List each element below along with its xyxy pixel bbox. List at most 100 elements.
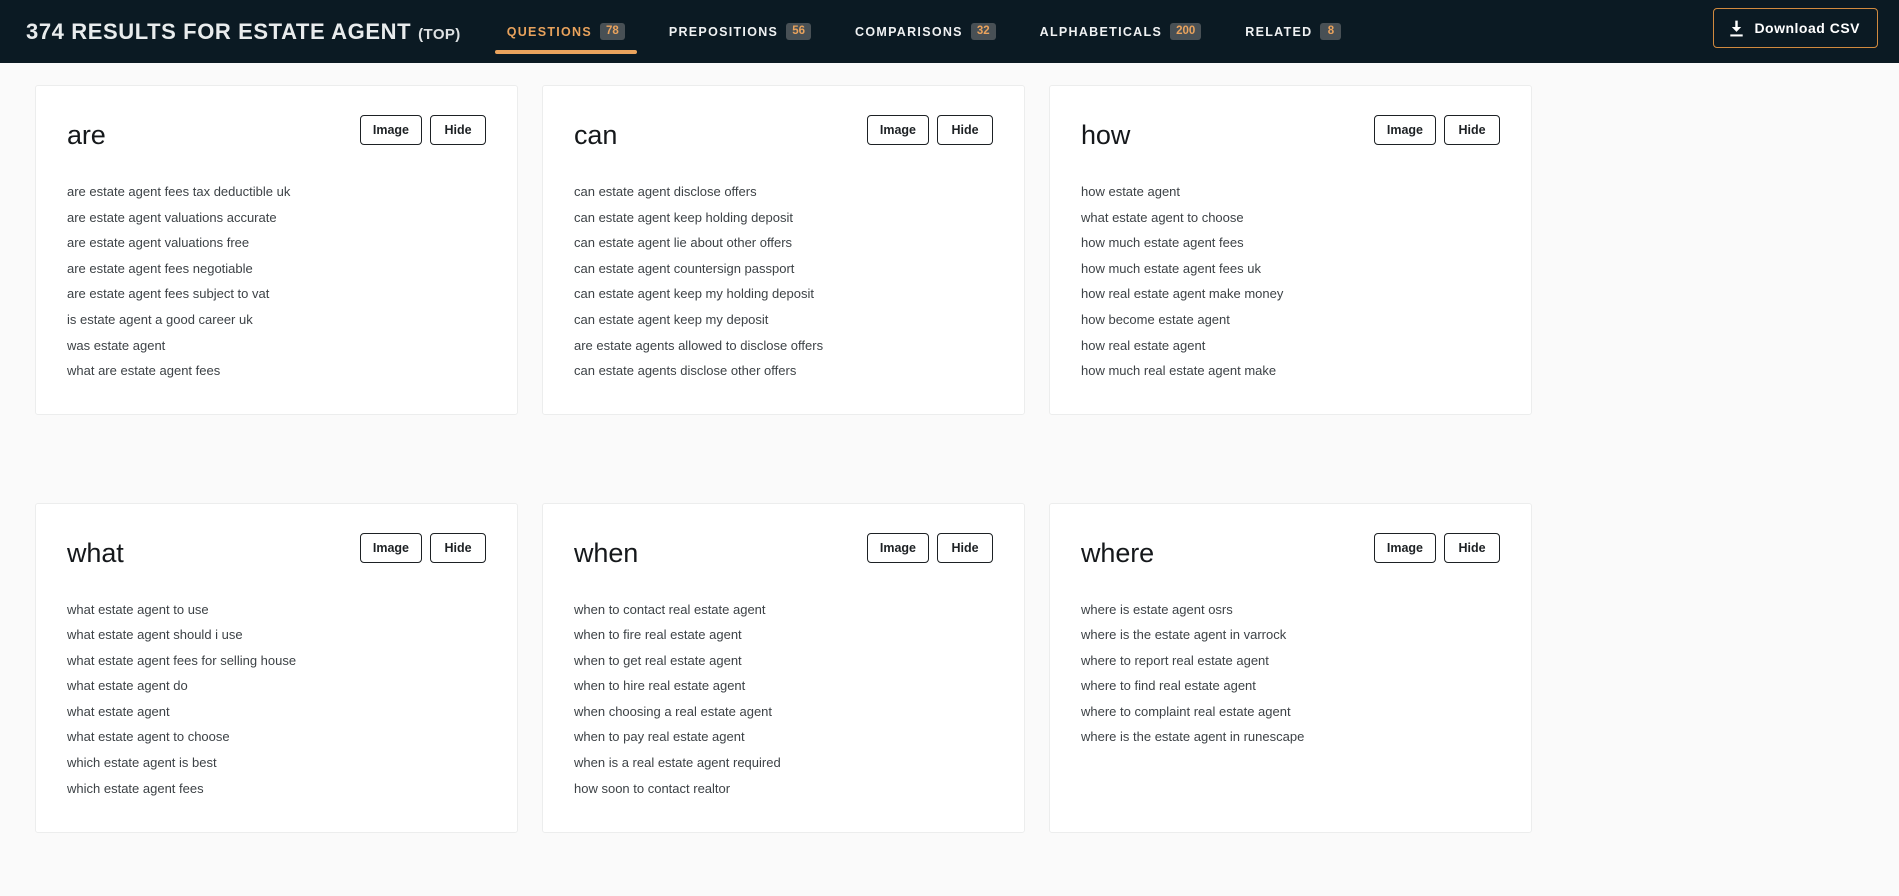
- card-header: where Image Hide: [1081, 530, 1500, 574]
- tab-alphabeticals-count: 200: [1170, 22, 1202, 41]
- list-item[interactable]: are estate agent valuations free: [67, 236, 486, 262]
- list-item[interactable]: what are estate agent fees: [67, 364, 486, 390]
- image-button[interactable]: Image: [359, 115, 422, 145]
- tab-related[interactable]: Related 8: [1223, 0, 1363, 63]
- list-item[interactable]: where is the estate agent in varrock: [1081, 628, 1500, 654]
- list-item[interactable]: what estate agent to choose: [1081, 211, 1500, 237]
- list-item[interactable]: can estate agent lie about other offers: [574, 236, 993, 262]
- card-actions: Image Hide: [1373, 112, 1500, 145]
- top-header-bar: 374 results for estate agent (top) Quest…: [0, 0, 1899, 63]
- card-title: how: [1081, 120, 1131, 150]
- list-item[interactable]: what estate agent to choose: [67, 730, 486, 756]
- tab-prepositions[interactable]: Prepositions 56: [647, 0, 833, 63]
- card-title: where: [1081, 537, 1155, 568]
- card-header: what Image Hide: [67, 530, 486, 574]
- tab-comparisons[interactable]: Comparisons 32: [833, 0, 1018, 63]
- result-card-are: are Image Hide are estate agent fees tax…: [35, 85, 518, 415]
- result-card-can: can Image Hide can estate agent disclose…: [542, 85, 1025, 415]
- list-item[interactable]: how become estate agent: [1081, 313, 1500, 339]
- list-item[interactable]: are estate agent valuations accurate: [67, 211, 486, 237]
- list-item[interactable]: are estate agent fees subject to vat: [67, 287, 486, 313]
- card-title: are: [67, 120, 106, 150]
- list-item[interactable]: what estate agent: [67, 705, 486, 731]
- list-item[interactable]: what estate agent should i use: [67, 628, 486, 654]
- list-item[interactable]: what estate agent fees for selling house: [67, 654, 486, 680]
- download-icon: [1730, 20, 1744, 36]
- list-item[interactable]: which estate agent fees: [67, 782, 486, 808]
- list-item[interactable]: is estate agent a good career uk: [67, 313, 486, 339]
- tab-navigation: Questions 78 Prepositions 56 Comparisons…: [485, 0, 1364, 63]
- list-item[interactable]: are estate agent fees negotiable: [67, 262, 486, 288]
- hide-button[interactable]: Hide: [430, 115, 486, 145]
- result-card-what: what Image Hide what estate agent to use…: [35, 502, 518, 833]
- list-item[interactable]: can estate agent keep holding deposit: [574, 211, 993, 237]
- result-card-when: when Image Hide when to contact real est…: [542, 502, 1025, 833]
- image-button[interactable]: Image: [1373, 532, 1436, 563]
- list-item[interactable]: when to get real estate agent: [574, 654, 993, 680]
- card-title: can: [574, 120, 618, 150]
- card-title: what: [67, 537, 124, 568]
- list-item[interactable]: what estate agent to use: [67, 603, 486, 629]
- list-item[interactable]: was estate agent: [67, 339, 486, 365]
- list-item[interactable]: when to contact real estate agent: [574, 603, 993, 629]
- image-button[interactable]: Image: [866, 115, 929, 145]
- list-item[interactable]: when is a real estate agent required: [574, 756, 993, 782]
- card-actions: Image Hide: [866, 530, 993, 563]
- hide-button[interactable]: Hide: [937, 532, 993, 563]
- card-title: when: [574, 537, 639, 568]
- list-item[interactable]: how real estate agent: [1081, 339, 1500, 365]
- list-item[interactable]: can estate agent keep my holding deposit: [574, 287, 993, 313]
- tab-questions[interactable]: Questions 78: [485, 0, 647, 63]
- list-item[interactable]: how soon to contact realtor: [574, 782, 993, 808]
- download-csv-button[interactable]: Download CSV: [1713, 8, 1878, 48]
- tab-comparisons-label: Comparisons: [855, 24, 963, 39]
- download-csv-label: Download CSV: [1754, 20, 1860, 36]
- hide-button[interactable]: Hide: [1444, 115, 1500, 145]
- list-item[interactable]: how much estate agent fees uk: [1081, 262, 1500, 288]
- hide-button[interactable]: Hide: [937, 115, 993, 145]
- list-item[interactable]: where to report real estate agent: [1081, 654, 1500, 680]
- hide-button[interactable]: Hide: [430, 532, 486, 563]
- image-button[interactable]: Image: [1373, 115, 1436, 145]
- list-item[interactable]: are estate agent fees tax deductible uk: [67, 185, 486, 211]
- list-item[interactable]: when to fire real estate agent: [574, 628, 993, 654]
- list-item[interactable]: where to complaint real estate agent: [1081, 705, 1500, 731]
- keyword-list: how estate agent what estate agent to ch…: [1081, 185, 1500, 390]
- card-actions: Image Hide: [359, 530, 486, 563]
- list-item[interactable]: how much real estate agent make: [1081, 364, 1500, 390]
- image-button[interactable]: Image: [359, 532, 422, 563]
- tab-comparisons-count: 32: [970, 22, 996, 41]
- list-item[interactable]: what estate agent do: [67, 679, 486, 705]
- tab-related-label: Related: [1245, 24, 1313, 39]
- card-actions: Image Hide: [866, 112, 993, 145]
- keyword-list: when to contact real estate agent when t…: [574, 603, 993, 808]
- tab-alphabeticals[interactable]: Alphabeticals 200: [1018, 0, 1224, 63]
- hide-button[interactable]: Hide: [1444, 532, 1500, 563]
- keyword-list: what estate agent to use what estate age…: [67, 603, 486, 808]
- result-card-how: how Image Hide how estate agent what est…: [1049, 85, 1532, 415]
- tab-prepositions-count: 56: [786, 22, 811, 41]
- list-item[interactable]: can estate agent keep my deposit: [574, 313, 993, 339]
- list-item[interactable]: how much estate agent fees: [1081, 236, 1500, 262]
- list-item[interactable]: where is the estate agent in runescape: [1081, 730, 1500, 756]
- list-item[interactable]: can estate agent countersign passport: [574, 262, 993, 288]
- list-item[interactable]: how estate agent: [1081, 185, 1500, 211]
- list-item[interactable]: when to pay real estate agent: [574, 730, 993, 756]
- list-item[interactable]: where to find real estate agent: [1081, 679, 1500, 705]
- list-item[interactable]: where is estate agent osrs: [1081, 603, 1500, 629]
- list-item[interactable]: when to hire real estate agent: [574, 679, 993, 705]
- keyword-list: where is estate agent osrs where is the …: [1081, 603, 1500, 757]
- tab-prepositions-label: Prepositions: [668, 24, 779, 39]
- list-item[interactable]: can estate agent disclose offers: [574, 185, 993, 211]
- page-title-sort-label: (top): [418, 25, 461, 43]
- results-grid: are Image Hide are estate agent fees tax…: [0, 63, 1899, 896]
- tab-questions-count: 78: [600, 22, 625, 41]
- list-item[interactable]: which estate agent is best: [67, 756, 486, 782]
- card-actions: Image Hide: [359, 112, 486, 145]
- page-title-main: 374 results for estate agent: [26, 18, 412, 44]
- list-item[interactable]: can estate agents disclose other offers: [574, 364, 993, 390]
- list-item[interactable]: how real estate agent make money: [1081, 287, 1500, 313]
- list-item[interactable]: are estate agents allowed to disclose of…: [574, 339, 993, 365]
- list-item[interactable]: when choosing a real estate agent: [574, 705, 993, 731]
- image-button[interactable]: Image: [866, 532, 929, 563]
